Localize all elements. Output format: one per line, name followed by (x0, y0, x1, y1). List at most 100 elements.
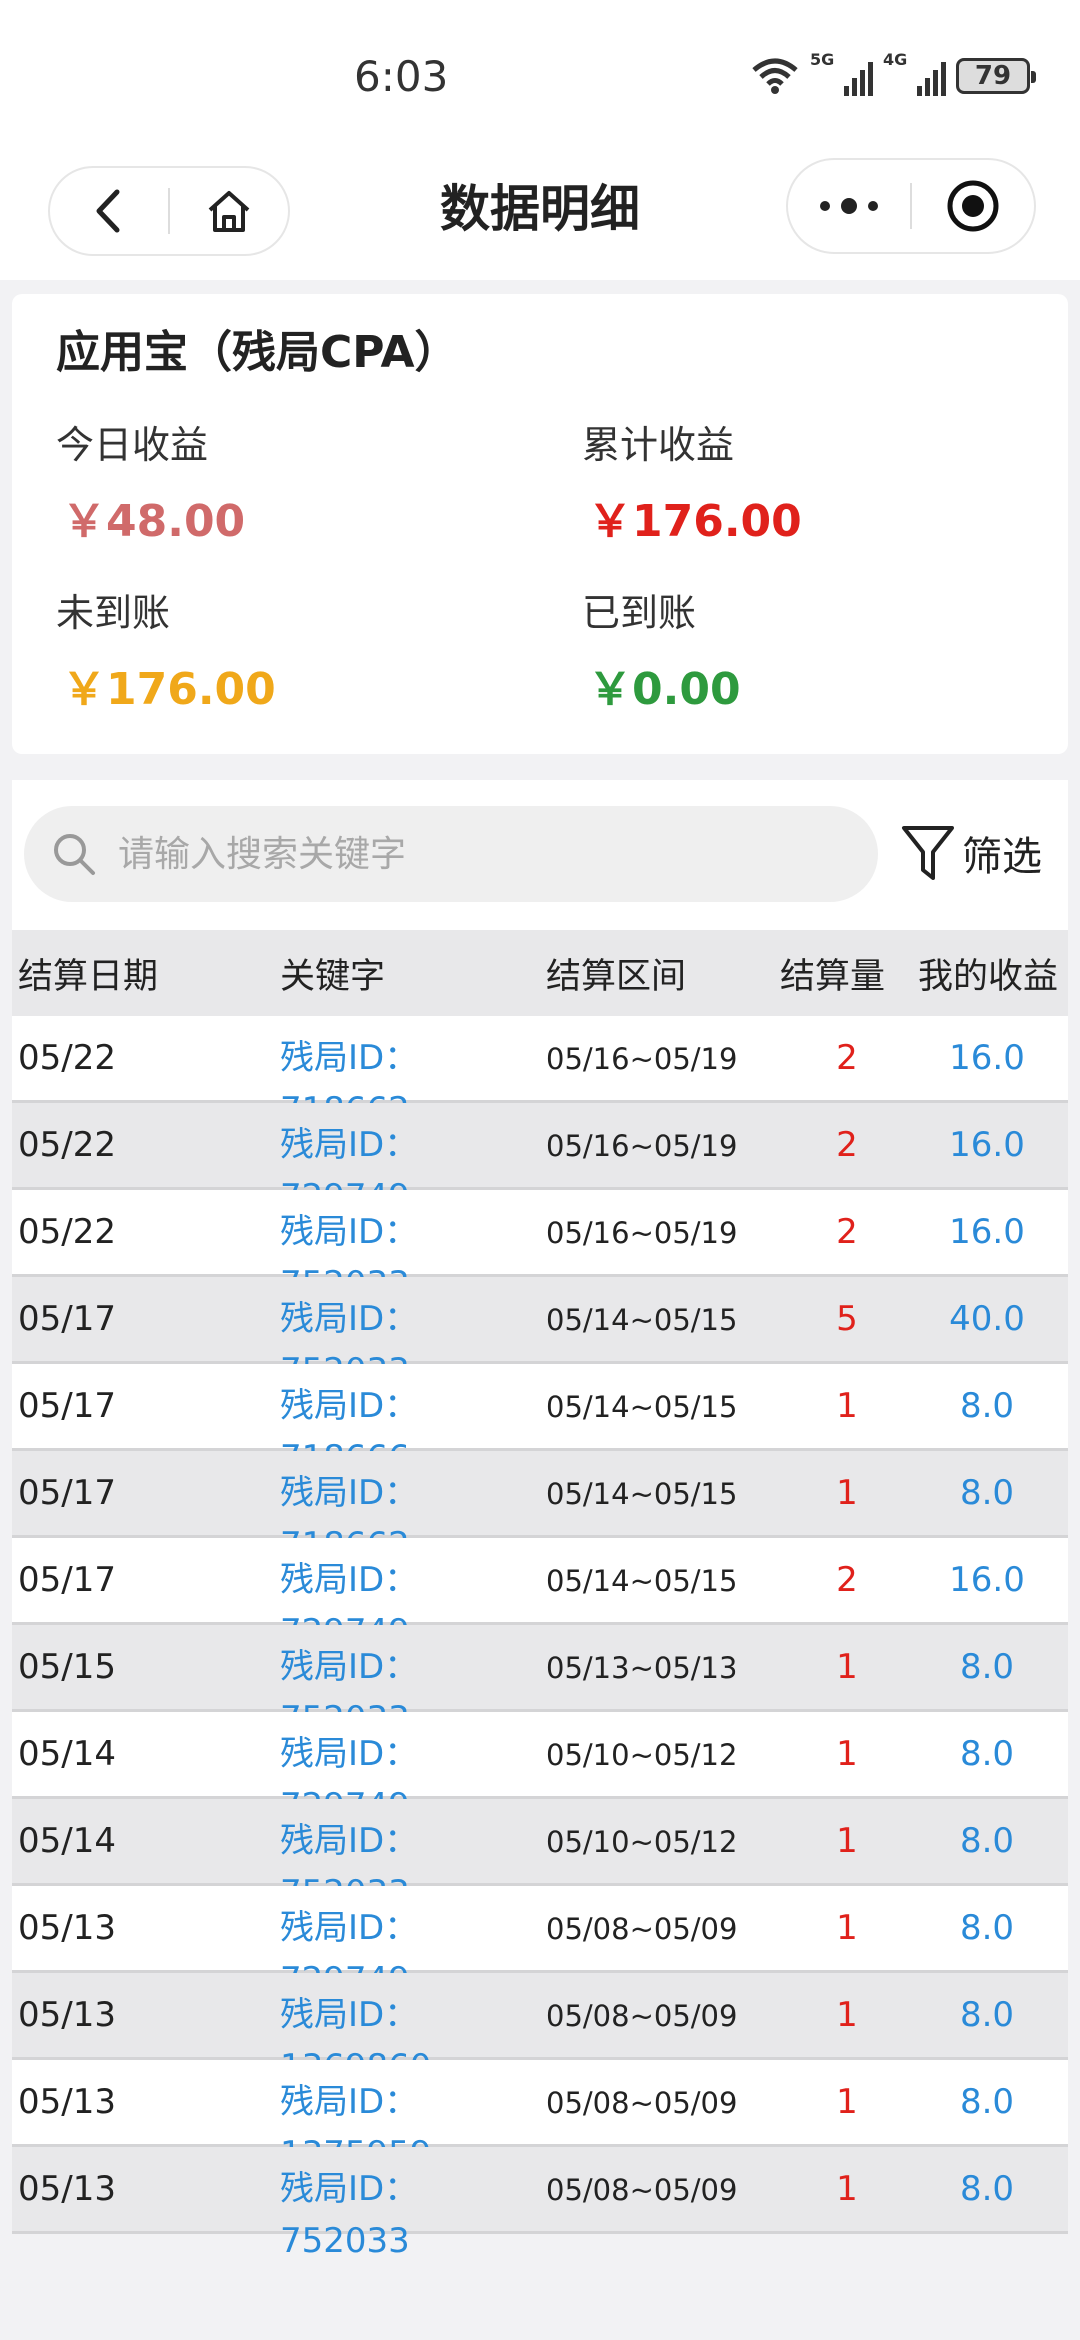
row-range: 05/08~05/09 (546, 2086, 738, 2120)
row-qty: 1 (836, 2082, 858, 2122)
battery-icon: 79 (956, 58, 1036, 94)
pending-value: ￥176.00 (62, 664, 276, 715)
close-mini-icon (947, 180, 999, 232)
row-date: 05/17 (18, 1473, 116, 1513)
back-icon (96, 189, 120, 233)
row-qty: 1 (836, 1908, 858, 1948)
row-date: 05/22 (18, 1125, 116, 1165)
row-income: 8.0 (959, 1734, 1015, 1774)
table-row[interactable]: 05/14残局ID：75203305/10~05/1218.0 (12, 1799, 1068, 1913)
row-qty: 1 (836, 1386, 858, 1426)
close-mini-button[interactable] (912, 158, 1034, 254)
row-income: 8.0 (959, 1647, 1015, 1687)
row-qty: 1 (836, 1647, 858, 1687)
row-income: 16.0 (949, 1125, 1025, 1165)
row-range: 05/13~05/13 (546, 1651, 738, 1685)
nav-left-capsule (48, 166, 290, 256)
row-date: 05/15 (18, 1647, 116, 1687)
table-row[interactable]: 05/22残局ID：75203305/16~05/19216.0 (12, 1190, 1068, 1304)
search-input[interactable] (118, 833, 818, 875)
row-income: 16.0 (949, 1560, 1025, 1600)
card-title: 应用宝（残局CPA） (56, 327, 459, 378)
today-income-label: 今日收益 (56, 423, 209, 467)
nav-right-capsule (786, 158, 1036, 254)
row-income: 8.0 (959, 1473, 1015, 1513)
header-settle-qty: 结算量 (780, 956, 886, 997)
header-my-income: 我的收益 (918, 956, 1059, 997)
detail-panel: 筛选 结算日期 关键字 结算区间 结算量 我的收益 05/22残局ID：7186… (12, 780, 1068, 2261)
back-button[interactable] (50, 166, 168, 256)
table-row[interactable]: 05/17残局ID：71866605/14~05/1518.0 (12, 1364, 1068, 1478)
row-range: 05/14~05/15 (546, 1390, 738, 1424)
received-label: 已到账 (582, 591, 697, 635)
row-range: 05/10~05/12 (546, 1738, 738, 1772)
row-date: 05/22 (18, 1038, 116, 1078)
table-row[interactable]: 05/13 残局ID：752033 05/08~05/09 1 8.0 (12, 2147, 1068, 2261)
pending-stat: 未到账 ￥176.00 (56, 582, 276, 717)
home-button[interactable] (170, 166, 288, 256)
battery-level: 79 (974, 61, 1012, 91)
status-icons: 5G 4G 79 (750, 50, 1036, 96)
table-row[interactable]: 05/13残局ID：137595905/08~05/0918.0 (12, 2060, 1068, 2174)
table-row[interactable]: 05/17残局ID：75203305/14~05/15540.0 (12, 1277, 1068, 1391)
today-income-value: ￥48.00 (62, 496, 246, 547)
row-range: 05/08~05/09 (546, 2173, 738, 2207)
header-keyword: 关键字 (280, 956, 386, 997)
pending-label: 未到账 (56, 591, 171, 635)
table-row[interactable]: 05/22残局ID：72974905/16~05/19216.0 (12, 1103, 1068, 1217)
row-range: 05/16~05/19 (546, 1129, 738, 1163)
summary-card: 应用宝（残局CPA） 今日收益 ￥48.00 累计收益 ￥176.00 未到账 … (12, 294, 1068, 754)
row-keyword[interactable]: 残局ID：752033 (280, 2163, 542, 2267)
row-range: 05/14~05/15 (546, 1564, 738, 1598)
row-qty: 2 (836, 1038, 858, 1078)
more-button[interactable] (788, 158, 910, 254)
table-row[interactable]: 05/15残局ID：75203305/13~05/1318.0 (12, 1625, 1068, 1739)
row-date: 05/14 (18, 1734, 116, 1774)
filter-icon (902, 826, 954, 880)
filter-button[interactable]: 筛选 (900, 822, 1042, 884)
row-range: 05/14~05/15 (546, 1303, 738, 1337)
search-bar[interactable] (24, 806, 878, 902)
row-qty: 2 (836, 1560, 858, 1600)
row-qty: 1 (836, 1473, 858, 1513)
table-row[interactable]: 05/13残局ID：136986005/08~05/0918.0 (12, 1973, 1068, 2087)
row-income: 8.0 (959, 1821, 1015, 1861)
filter-label: 筛选 (962, 834, 1042, 880)
status-bar: 6:03 5G 4G 79 (0, 0, 1080, 150)
row-date: 05/13 (18, 1908, 116, 1948)
header-settle-range: 结算区间 (546, 956, 687, 997)
row-qty: 2 (836, 1212, 858, 1252)
row-income: 8.0 (959, 1908, 1015, 1948)
received-value: ￥0.00 (588, 664, 741, 715)
table-row[interactable]: 05/14残局ID：72974905/10~05/1218.0 (12, 1712, 1068, 1826)
total-income-label: 累计收益 (582, 423, 735, 467)
row-income: 8.0 (959, 2169, 1015, 2209)
row-qty: 2 (836, 1125, 858, 1165)
home-icon (208, 191, 250, 232)
row-range: 05/10~05/12 (546, 1825, 738, 1859)
wifi-icon (752, 58, 798, 94)
table-body: 05/22残局ID：71866205/16~05/19216.005/22残局I… (12, 1016, 1068, 2261)
row-income: 8.0 (959, 1995, 1015, 2035)
row-income: 8.0 (959, 1386, 1015, 1426)
signal-5g-icon: 5G (810, 50, 873, 96)
table-row[interactable]: 05/22残局ID：71866205/16~05/19216.0 (12, 1016, 1068, 1130)
more-icon (820, 198, 878, 214)
row-range: 05/16~05/19 (546, 1042, 738, 1076)
table-header: 结算日期 关键字 结算区间 结算量 我的收益 (12, 930, 1068, 1016)
row-date: 05/22 (18, 1212, 116, 1252)
received-stat: 已到账 ￥0.00 (582, 582, 741, 717)
row-date: 05/17 (18, 1560, 116, 1600)
row-range: 05/08~05/09 (546, 1912, 738, 1946)
row-date: 05/13 (18, 2082, 116, 2122)
row-qty: 1 (836, 1821, 858, 1861)
row-range: 05/16~05/19 (546, 1216, 738, 1250)
table-row[interactable]: 05/17残局ID：72974905/14~05/15216.0 (12, 1538, 1068, 1652)
row-income: 16.0 (949, 1038, 1025, 1078)
row-income: 16.0 (949, 1212, 1025, 1252)
row-date: 05/17 (18, 1386, 116, 1426)
table-row[interactable]: 05/13残局ID：72974905/08~05/0918.0 (12, 1886, 1068, 2000)
row-date: 05/13 (18, 1995, 116, 2035)
table-row[interactable]: 05/17残局ID：71866205/14~05/1518.0 (12, 1451, 1068, 1565)
header-settle-date: 结算日期 (18, 956, 159, 997)
